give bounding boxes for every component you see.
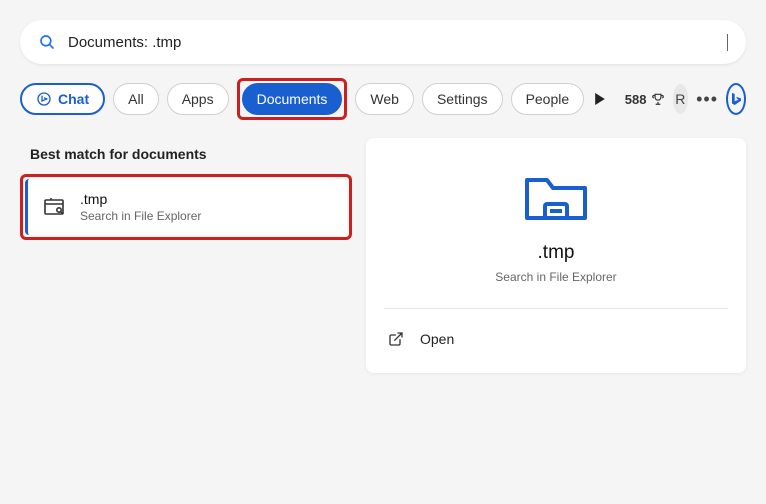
filter-web[interactable]: Web: [355, 83, 414, 115]
filter-more-button[interactable]: [592, 83, 609, 115]
filter-people[interactable]: People: [511, 83, 585, 115]
result-item[interactable]: .tmp Search in File Explorer: [25, 179, 347, 235]
more-menu-button[interactable]: •••: [696, 83, 718, 115]
bing-button[interactable]: [726, 83, 746, 115]
preview-title: .tmp: [538, 242, 575, 264]
results-panel: Best match for documents .tmp Search in …: [20, 138, 352, 373]
preview-panel: .tmp Search in File Explorer Open: [366, 138, 746, 373]
folder-icon: [523, 168, 589, 224]
trophy-icon: [651, 92, 665, 106]
result-title: .tmp: [80, 191, 201, 207]
ellipsis-icon: •••: [696, 89, 718, 110]
highlight-documents-filter: Documents: [237, 78, 348, 120]
open-external-icon: [388, 331, 404, 347]
play-icon: [594, 93, 606, 105]
section-title: Best match for documents: [30, 146, 352, 162]
file-explorer-search-icon: [42, 195, 66, 219]
user-avatar[interactable]: R: [673, 84, 689, 114]
bing-chat-icon: [36, 91, 52, 107]
filter-settings[interactable]: Settings: [422, 83, 503, 115]
bing-icon: [728, 91, 744, 107]
divider: [384, 308, 728, 309]
rewards-points[interactable]: 588: [625, 92, 665, 107]
search-icon: [38, 33, 56, 51]
filter-chat[interactable]: Chat: [20, 83, 105, 115]
filter-chat-label: Chat: [58, 91, 89, 107]
search-bar[interactable]: Documents: .tmp: [20, 20, 746, 64]
filter-bar: Chat All Apps Documents Web Settings Peo…: [20, 78, 746, 120]
filter-apps[interactable]: Apps: [167, 83, 229, 115]
action-open-label: Open: [420, 331, 454, 347]
preview-subtitle: Search in File Explorer: [495, 270, 616, 284]
result-subtitle: Search in File Explorer: [80, 209, 201, 223]
filter-documents[interactable]: Documents: [242, 83, 343, 115]
filter-all[interactable]: All: [113, 83, 159, 115]
highlight-result: .tmp Search in File Explorer: [20, 174, 352, 240]
action-open[interactable]: Open: [384, 323, 728, 355]
search-input[interactable]: Documents: .tmp: [68, 34, 728, 51]
